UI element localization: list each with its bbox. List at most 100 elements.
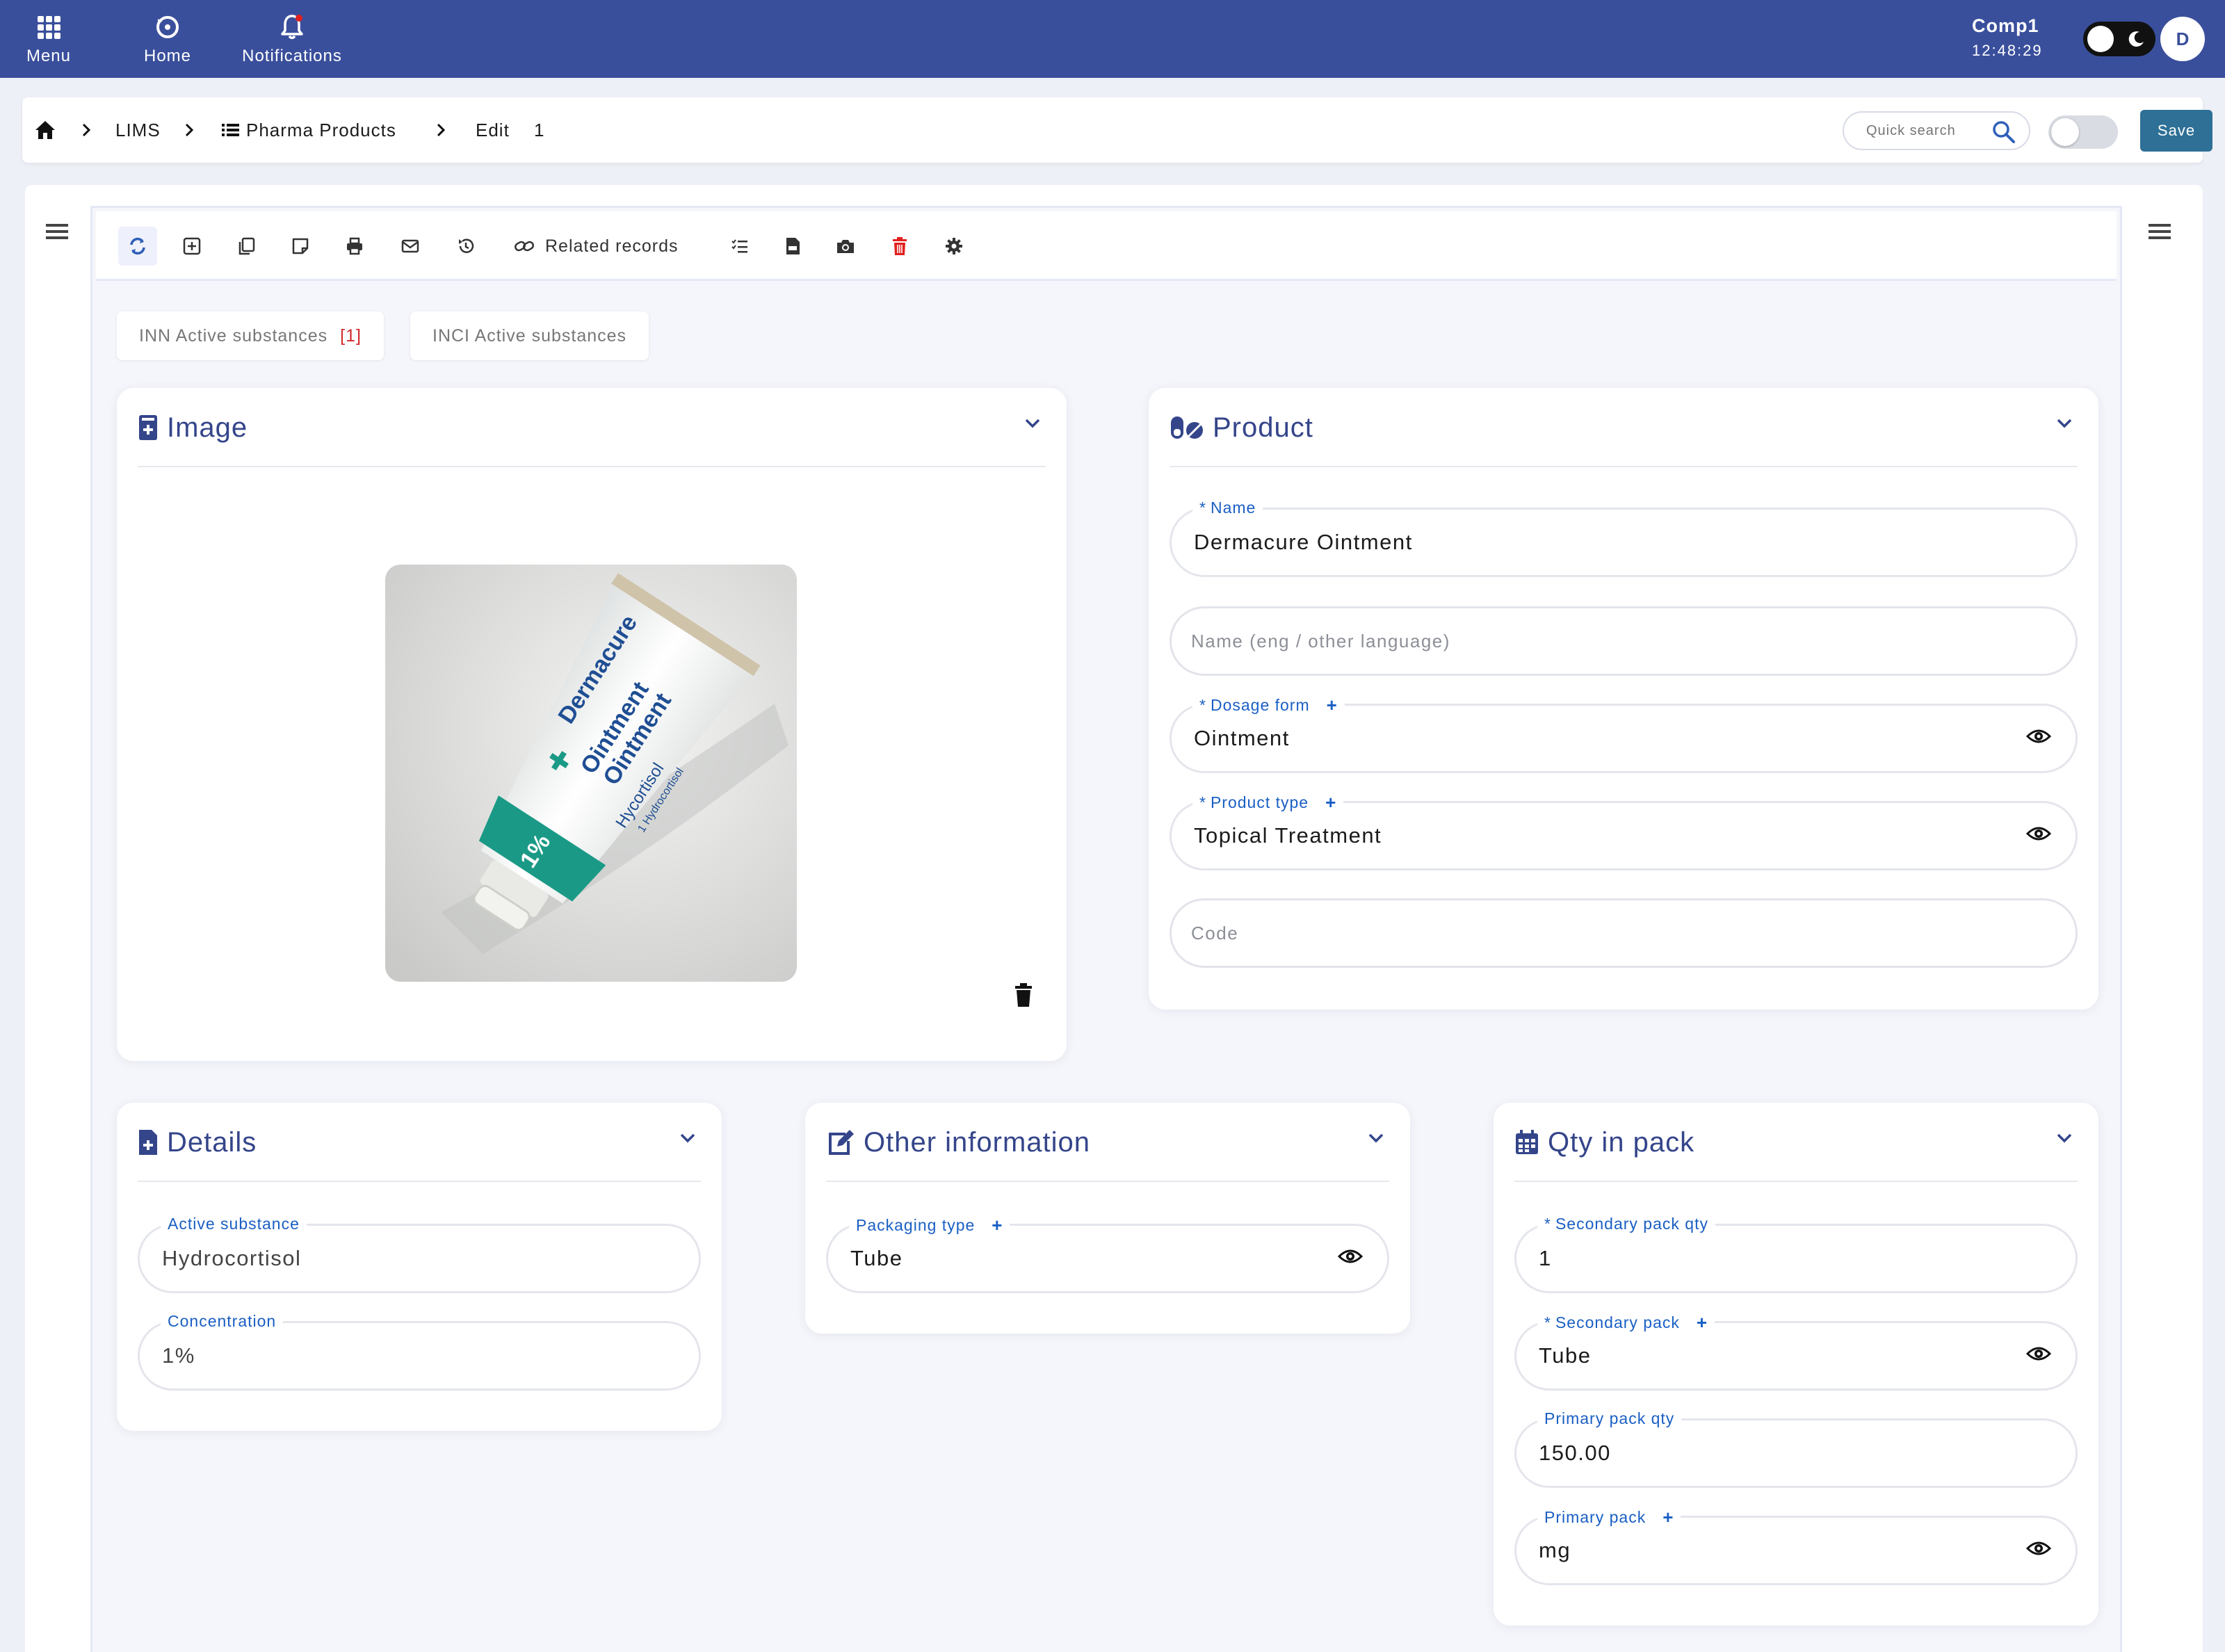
- add-record-button[interactable]: [178, 227, 206, 266]
- secondary-pack-qty-field[interactable]: * Secondary pack qty 1: [1514, 1215, 2078, 1293]
- copy-record-button[interactable]: [232, 227, 260, 266]
- avatar[interactable]: D: [2160, 17, 2205, 61]
- related-records-button[interactable]: Related records: [513, 227, 678, 266]
- calendar-icon: [1516, 1130, 1538, 1154]
- add-square-icon: [183, 237, 201, 255]
- menu-button[interactable]: Menu: [15, 0, 82, 78]
- image-card-title: Image: [138, 388, 248, 467]
- delete-record-button[interactable]: [886, 227, 914, 266]
- breadcrumb-lims[interactable]: LIMS: [115, 97, 161, 163]
- dosage-form-value[interactable]: Ointment: [1194, 706, 1290, 771]
- eye-icon[interactable]: [1337, 1247, 1364, 1266]
- edit-icon: [829, 1130, 854, 1155]
- add-packaging-type-button[interactable]: +: [992, 1215, 1003, 1236]
- checklist-button[interactable]: [726, 227, 754, 266]
- chevron-down-icon[interactable]: [2055, 1132, 2073, 1144]
- concentration-value[interactable]: 1%: [162, 1323, 195, 1388]
- top-bar: Menu Home Notifications Comp1 12:48:29 D: [0, 0, 2225, 78]
- eye-icon[interactable]: [2025, 1344, 2052, 1363]
- qty-in-pack-card-title: Qty in pack: [1514, 1103, 1694, 1182]
- product-card-header: Product: [1170, 388, 2078, 467]
- notifications-button[interactable]: Notifications: [234, 0, 350, 78]
- name-other-language-field[interactable]: Name (eng / other language): [1170, 606, 2078, 676]
- primary-pack-field[interactable]: Primary pack + mg: [1514, 1507, 2078, 1585]
- toggle-knob: [2051, 118, 2079, 146]
- eye-icon[interactable]: [2025, 727, 2052, 746]
- name-field-value[interactable]: Dermacure Ointment: [1194, 510, 1413, 575]
- other-information-card-header: Other information: [826, 1103, 1389, 1182]
- primary-pack-value[interactable]: mg: [1539, 1518, 1571, 1583]
- print-button[interactable]: [341, 227, 369, 266]
- home-button[interactable]: Home: [136, 0, 199, 78]
- chevron-down-icon[interactable]: [679, 1132, 697, 1144]
- pills-icon: [1171, 416, 1203, 439]
- dosage-form-field[interactable]: * Dosage form + Ointment: [1170, 695, 2078, 773]
- active-substance-value[interactable]: Hydrocortisol: [162, 1226, 301, 1291]
- refresh-button[interactable]: [118, 227, 157, 266]
- add-primary-pack-button[interactable]: +: [1662, 1507, 1674, 1528]
- quick-search[interactable]: [1843, 111, 2030, 150]
- packaging-type-value[interactable]: Tube: [850, 1226, 903, 1291]
- add-dosage-form-button[interactable]: +: [1327, 695, 1338, 716]
- details-card: Details Active substance Hydrocortisol C…: [117, 1103, 722, 1431]
- qty-in-pack-card: Qty in pack * Secondary pack qty 1 * Sec…: [1494, 1103, 2098, 1626]
- details-card-header: Details: [138, 1103, 701, 1182]
- delete-image-icon[interactable]: [1014, 983, 1033, 1007]
- add-secondary-pack-button[interactable]: +: [1697, 1312, 1708, 1334]
- breadcrumb-home[interactable]: [33, 97, 57, 163]
- note-button[interactable]: [286, 227, 314, 266]
- image-card: Image Dermacure 1% Ointment Ointment Hyc…: [117, 388, 1067, 1061]
- secondary-pack-field[interactable]: * Secondary pack + Tube: [1514, 1312, 2078, 1391]
- file-medical-icon: [139, 1130, 157, 1155]
- print-icon: [347, 237, 362, 255]
- trash-icon: [893, 237, 907, 255]
- primary-pack-qty-value[interactable]: 150.00: [1539, 1420, 1611, 1486]
- product-type-field[interactable]: * Product type + Topical Treatment: [1170, 792, 2078, 870]
- secondary-pack-qty-label: * Secondary pack qty: [1537, 1215, 1715, 1233]
- clock-time: 12:48:29: [1972, 42, 2043, 59]
- product-type-value[interactable]: Topical Treatment: [1194, 803, 1382, 868]
- eye-icon[interactable]: [2025, 824, 2052, 843]
- pdf-button[interactable]: [779, 227, 807, 266]
- home-label: Home: [143, 47, 192, 65]
- record-toolbar: Related records: [96, 211, 2117, 281]
- toggle-knob: [2087, 26, 2114, 52]
- search-input[interactable]: [1866, 122, 1991, 139]
- details-card-title: Details: [138, 1103, 257, 1182]
- tab-inn-active-substances[interactable]: INN Active substances [1]: [117, 311, 384, 360]
- tab-inci-active-substances[interactable]: INCI Active substances: [410, 311, 649, 360]
- settings-button[interactable]: [940, 227, 968, 266]
- right-panel-menu-button[interactable]: [2147, 221, 2172, 245]
- other-information-card: Other information Packaging type + Tube: [805, 1103, 1410, 1334]
- related-records-label: Related records: [545, 236, 679, 256]
- chevron-down-icon[interactable]: [1024, 417, 1042, 430]
- secondary-pack-value[interactable]: Tube: [1539, 1323, 1592, 1388]
- camera-button[interactable]: [832, 227, 859, 266]
- edit-mode-toggle[interactable]: [2048, 115, 2118, 149]
- gear-icon: [946, 238, 962, 254]
- search-icon[interactable]: [1991, 120, 2016, 145]
- chevron-right-icon: [434, 97, 448, 163]
- concentration-field[interactable]: Concentration 1%: [138, 1312, 701, 1391]
- theme-toggle[interactable]: [2083, 22, 2155, 56]
- packaging-type-field[interactable]: Packaging type + Tube: [826, 1215, 1389, 1293]
- chevron-down-icon[interactable]: [2055, 417, 2073, 430]
- notifications-label: Notifications: [242, 47, 342, 65]
- history-button[interactable]: [452, 227, 480, 266]
- eye-icon[interactable]: [2025, 1539, 2052, 1558]
- product-card: Product * Name Dermacure Ointment Name (…: [1149, 388, 2098, 1010]
- primary-pack-qty-field[interactable]: Primary pack qty 150.00: [1514, 1409, 2078, 1488]
- qty-in-pack-card-header: Qty in pack: [1514, 1103, 2078, 1182]
- copy-icon: [238, 237, 255, 255]
- left-panel-menu-button[interactable]: [44, 221, 70, 245]
- code-field[interactable]: Code: [1170, 898, 2078, 968]
- active-substance-field[interactable]: Active substance Hydrocortisol: [138, 1215, 701, 1293]
- name-other-language-placeholder: Name (eng / other language): [1191, 630, 1450, 651]
- secondary-pack-qty-value[interactable]: 1: [1539, 1226, 1552, 1291]
- chevron-down-icon[interactable]: [1367, 1132, 1385, 1144]
- image-file-icon: [139, 415, 157, 440]
- save-button[interactable]: Save: [2140, 110, 2212, 152]
- email-button[interactable]: [396, 227, 424, 266]
- name-field[interactable]: * Name Dermacure Ointment: [1170, 499, 2078, 577]
- breadcrumb-pharma-products[interactable]: Pharma Products: [221, 97, 396, 163]
